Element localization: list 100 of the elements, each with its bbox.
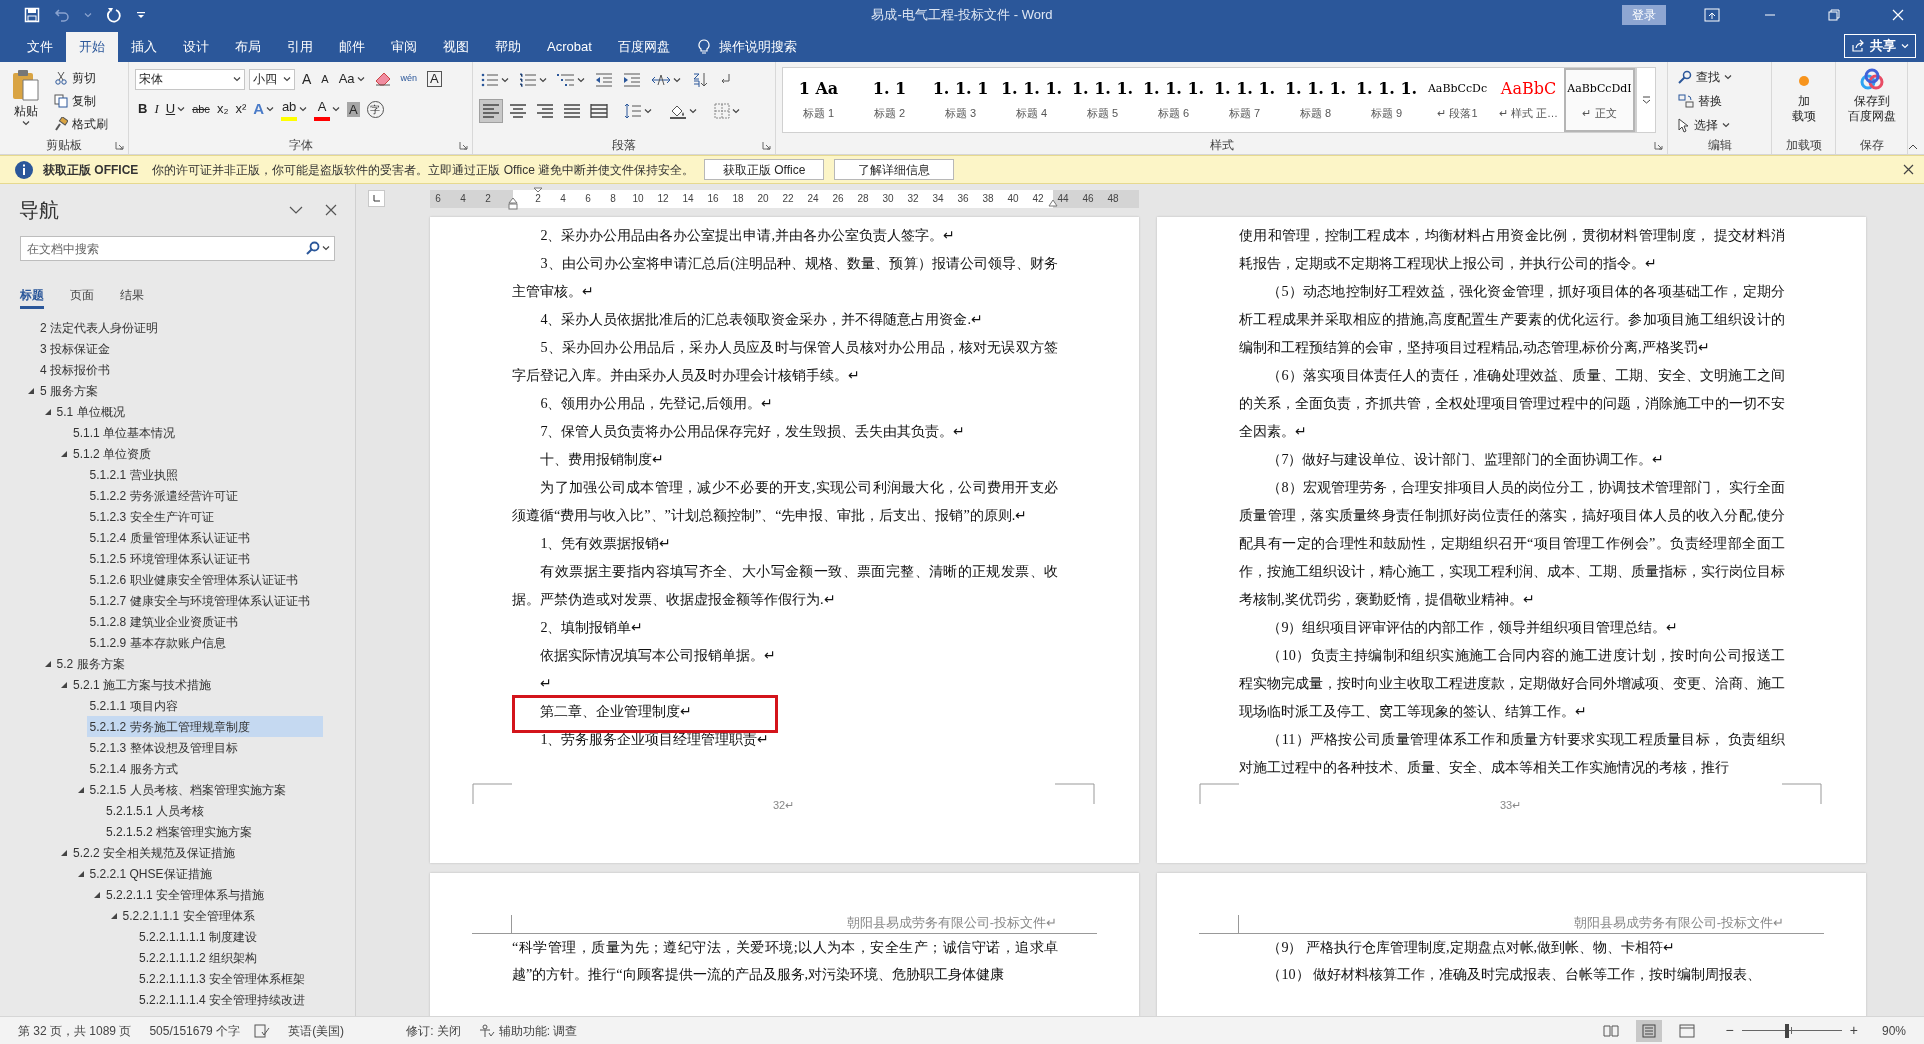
collapse-triangle-icon[interactable]	[76, 785, 85, 794]
paste-button[interactable]: 粘贴	[6, 66, 46, 136]
align-button[interactable]	[479, 99, 503, 123]
editing-button[interactable]: 选择	[1678, 114, 1732, 136]
nav-heading-item[interactable]: 5 服务方案	[37, 380, 101, 401]
nav-heading-item[interactable]: 5.1.2.7 健康安全与环境管理体系认证证书	[86, 590, 313, 611]
nav-heading-item[interactable]: 5.2.1.5.2 档案管理实施方案	[103, 821, 256, 842]
collapse-triangle-icon[interactable]	[60, 848, 68, 857]
pane-tab[interactable]: 标题	[20, 283, 44, 309]
nav-heading-item[interactable]: 5.2.2.1.1.1.3 安全管理体系框架	[136, 968, 309, 989]
style-gallery-item[interactable]: 1. 1. 1. 标题 7	[1209, 68, 1280, 132]
dialog-launcher-icon[interactable]	[1654, 141, 1663, 150]
nav-heading-item[interactable]: 5.2.1.2 劳务施工管理规章制度	[86, 716, 323, 737]
share-button[interactable]: 共享	[1844, 34, 1916, 58]
nav-heading-item[interactable]: 4 投标报价书	[37, 359, 113, 380]
infobar-button[interactable]: 获取正版 Office	[704, 159, 825, 180]
nav-heading-item[interactable]: 5.1.2.1 营业执照	[86, 464, 181, 485]
nav-heading-item[interactable]: 5.2.2.1.1.1.2 组织架构	[136, 947, 261, 968]
pane-tab[interactable]: 页面	[70, 283, 94, 309]
style-gallery-item[interactable]: 1. 1. 1. 标题 5	[1067, 68, 1138, 132]
font-tool-button[interactable]: A	[311, 98, 344, 120]
dropdown-chevron-icon[interactable]	[289, 205, 303, 215]
nav-heading-item[interactable]: 5.2.2.1.1 安全管理体系与措施	[103, 884, 268, 905]
dialog-launcher-icon[interactable]	[459, 141, 468, 150]
style-gallery-item[interactable]: 1. 1. 1. 标题 9	[1351, 68, 1422, 132]
nav-heading-item[interactable]: 5.1 单位概况	[53, 401, 128, 422]
save-to-cloud-button[interactable]: 保存到 百度网盘	[1847, 66, 1896, 136]
collapse-triangle-icon[interactable]	[60, 449, 68, 458]
font-tool-button[interactable]: U	[162, 98, 189, 120]
view-button[interactable]	[1635, 1019, 1662, 1042]
ribbon-tab[interactable]: 帮助	[482, 32, 534, 62]
zoom-slider[interactable]	[1741, 1023, 1842, 1038]
ribbon-tab[interactable]: 插入	[118, 32, 170, 62]
zoom-level[interactable]: 90%	[1881, 1021, 1906, 1040]
addins-button[interactable]: 加 载项	[1790, 66, 1817, 136]
dialog-launcher-icon[interactable]	[762, 141, 771, 150]
collapse-triangle-icon[interactable]	[76, 869, 85, 878]
clipboard-button[interactable]: 剪切	[54, 68, 108, 88]
proofing-icon[interactable]	[254, 1023, 271, 1038]
nav-heading-item[interactable]: 5.1.2.6 职业健康安全管理体系认证证书	[86, 569, 301, 590]
ribbon-tab[interactable]: 引用	[274, 32, 326, 62]
slider-thumb[interactable]	[1784, 1023, 1789, 1038]
collapse-triangle-icon[interactable]	[27, 386, 35, 395]
ribbon-tab[interactable]: Acrobat	[534, 32, 605, 62]
nav-heading-item[interactable]: 5.2.2.1.1.1.4 安全管理持续改进	[136, 989, 309, 1010]
clipboard-button[interactable]: 复制	[54, 91, 108, 111]
ribbon-tab[interactable]: 布局	[222, 32, 274, 62]
right-indent-marker[interactable]	[1048, 198, 1058, 208]
nav-heading-item[interactable]: 2 法定代表人身份证明	[37, 317, 161, 338]
clipboard-button[interactable]: 格式刷	[54, 114, 108, 134]
save-icon[interactable]	[24, 7, 40, 23]
ribbon-display-icon[interactable]	[1704, 8, 1720, 22]
hanging-indent-marker[interactable]	[508, 196, 518, 210]
nav-heading-item[interactable]: 5.1.2.3 安全生产许可证	[86, 506, 217, 527]
language-status[interactable]: 英语(美国)	[288, 1021, 345, 1040]
collapse-ribbon-icon[interactable]	[1908, 143, 1918, 150]
style-gallery-item[interactable]: AaBbCcDdI ↵ 正文	[1564, 68, 1635, 132]
infobar-button[interactable]: 了解详细信息	[834, 159, 955, 180]
nav-heading-item[interactable]: 5.2.1.3 整体设想及管理目标	[86, 737, 241, 758]
collapse-triangle-icon[interactable]	[43, 659, 52, 668]
restore-icon[interactable]	[1828, 9, 1840, 21]
style-gallery-item[interactable]: AaBbC ↵ 样式 正…	[1493, 68, 1564, 132]
search-icon[interactable]	[306, 241, 320, 255]
nav-heading-item[interactable]: 5.1.2.4 质量管理体系认证证书	[86, 527, 253, 548]
ribbon-tab[interactable]: 百度网盘	[604, 32, 683, 62]
close-icon[interactable]	[1903, 164, 1914, 175]
nav-heading-item[interactable]: 5.2.2 安全相关规范及保证措施	[70, 842, 239, 863]
nav-heading-item[interactable]: 5.2 服务方案	[53, 653, 128, 674]
nav-heading-item[interactable]: 5.1.2.9 基本存款账户信息	[86, 632, 229, 653]
customize-icon[interactable]	[136, 10, 146, 20]
style-gallery-item[interactable]: 1. 1. 1. 标题 4	[996, 68, 1067, 132]
close-icon[interactable]	[325, 204, 337, 216]
collapse-triangle-icon[interactable]	[109, 911, 118, 920]
nav-heading-item[interactable]: 5.2.1 施工方案与技术措施	[70, 674, 215, 695]
nav-heading-item[interactable]: 5.1.2 单位资质	[70, 443, 155, 464]
style-gallery-item[interactable]: 1 Aa 标题 1	[783, 68, 854, 132]
track-changes-status[interactable]: 修订: 关闭	[406, 1021, 461, 1040]
nav-heading-item[interactable]: 5.1.2.2 劳务派遣经营许可证	[86, 485, 241, 506]
ribbon-tab[interactable]: 设计	[170, 32, 222, 62]
redo-icon[interactable]	[106, 7, 122, 23]
style-gallery-item[interactable]: 1. 1 标题 2	[854, 68, 925, 132]
nav-heading-item[interactable]: 5.2.2.1.1.1.1 制度建设	[136, 926, 261, 947]
style-gallery-item[interactable]: 1. 1. 1 标题 3	[925, 68, 996, 132]
nav-heading-item[interactable]: 3 投标保证金	[37, 338, 113, 359]
font-tool-button[interactable]: Aa	[335, 68, 368, 90]
tell-me-search[interactable]: 操作说明搜索	[682, 32, 811, 62]
nav-heading-item[interactable]: 5.2.2.1.1.1 安全管理体系	[119, 905, 258, 926]
nav-heading-item[interactable]: 5.1.1 单位基本情况	[70, 422, 179, 443]
font-size-field[interactable]: 小四	[249, 68, 295, 90]
nav-heading-item[interactable]: 5.2.2.1 QHSE保证措施	[86, 863, 215, 884]
style-gallery-item[interactable]: 1. 1. 1. 标题 6	[1138, 68, 1209, 132]
ribbon-tab[interactable]: 审阅	[378, 32, 430, 62]
nav-heading-item[interactable]: 5.1.2.5 环境管理体系认证证书	[86, 548, 253, 569]
dialog-launcher-icon[interactable]	[115, 141, 124, 150]
search-field[interactable]: 在文档中搜索	[20, 236, 335, 261]
zoom-out-button[interactable]: −	[1725, 1020, 1734, 1041]
nav-heading-item[interactable]: 5.2.1.1 项目内容	[86, 695, 181, 716]
nav-heading-item[interactable]: 5.2.1.4 服务方式	[86, 758, 181, 779]
collapse-triangle-icon[interactable]	[43, 407, 52, 416]
zoom-in-button[interactable]: +	[1849, 1020, 1858, 1041]
